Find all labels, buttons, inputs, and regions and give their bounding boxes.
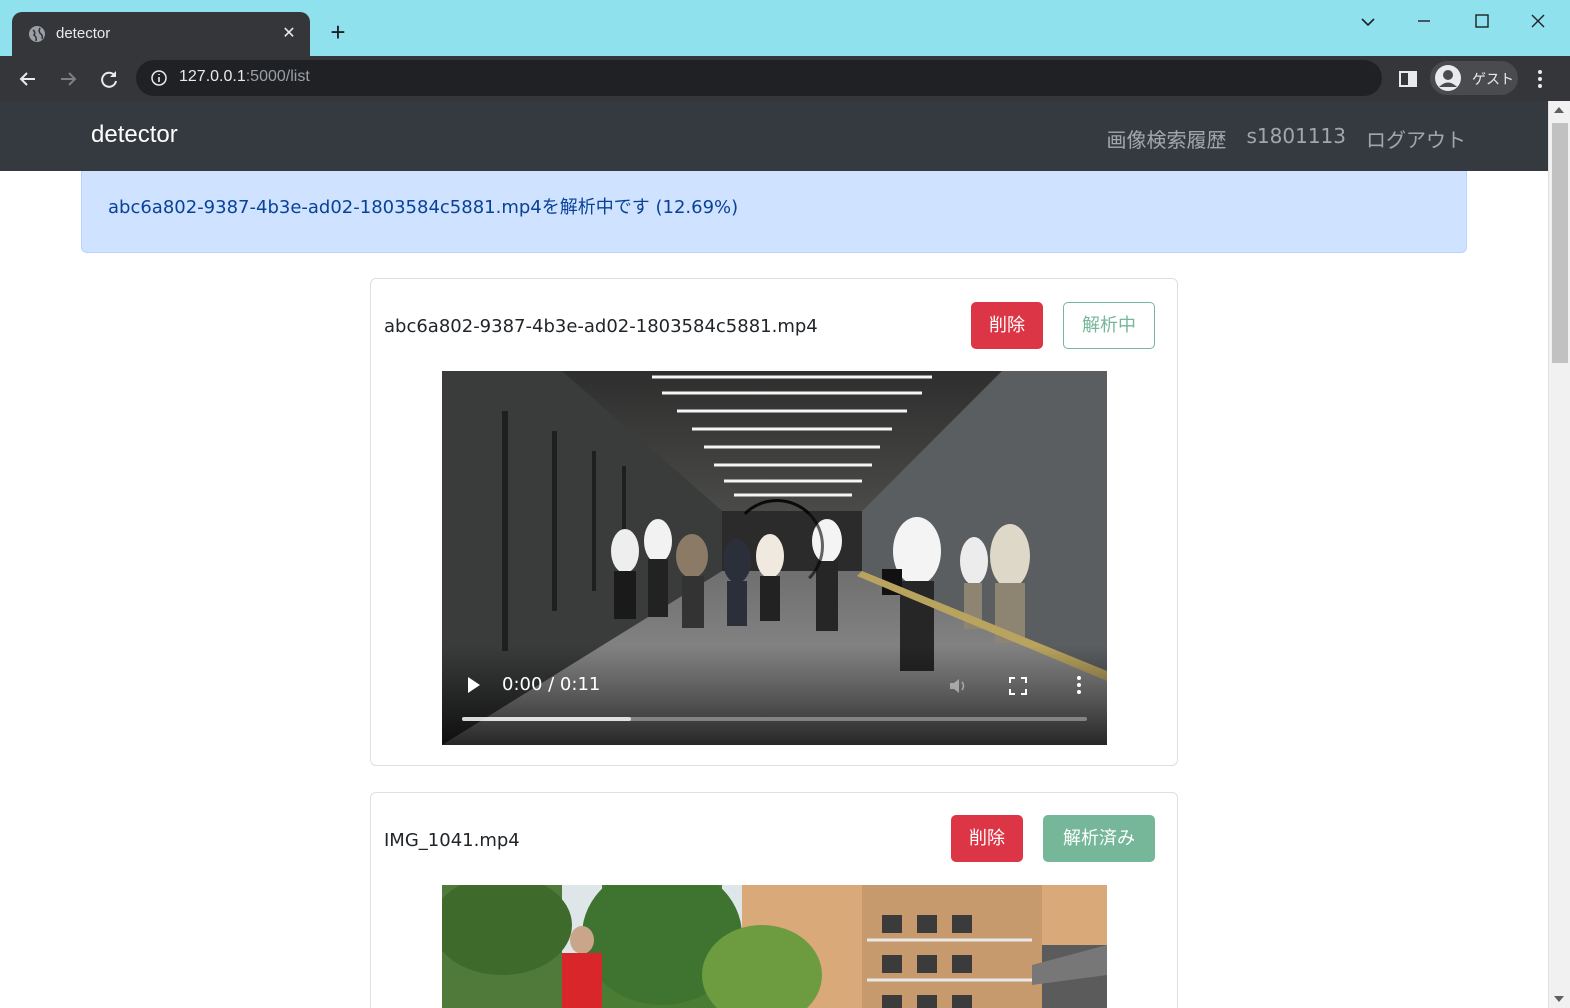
video-filename: abc6a802-9387-4b3e-ad02-1803584c5881.mp4 bbox=[384, 316, 818, 337]
browser-tab[interactable]: detector ✕ bbox=[12, 12, 310, 56]
alert-message: abc6a802-9387-4b3e-ad02-1803584c5881.mp4… bbox=[108, 197, 739, 218]
scroll-up-icon[interactable] bbox=[1554, 107, 1564, 113]
profile-label: ゲスト bbox=[1472, 72, 1514, 88]
fullscreen-icon[interactable] bbox=[1009, 677, 1027, 695]
page-viewport: detector 画像検索履歴 s1801113 ログアウト abc6a802-… bbox=[0, 101, 1548, 1008]
video-filename: IMG_1041.mp4 bbox=[384, 830, 520, 851]
forward-icon[interactable] bbox=[53, 64, 83, 94]
video-controls bbox=[442, 645, 1107, 745]
url-host: 127.0.0.1 bbox=[179, 68, 246, 85]
analysis-alert: abc6a802-9387-4b3e-ad02-1803584c5881.mp4… bbox=[81, 171, 1467, 253]
tab-close-icon[interactable]: ✕ bbox=[278, 22, 300, 44]
scrollbar-thumb[interactable] bbox=[1552, 123, 1568, 363]
side-panel-icon[interactable] bbox=[1396, 67, 1420, 91]
tab-search-icon[interactable] bbox=[1348, 8, 1388, 36]
profile-button[interactable]: ゲスト bbox=[1430, 61, 1518, 95]
browser-menu-icon[interactable] bbox=[1530, 66, 1550, 92]
loading-spinner bbox=[730, 499, 824, 593]
url-text: 127.0.0.1:5000/list bbox=[179, 68, 310, 86]
video-player[interactable]: 0:00 / 0:11 bbox=[442, 371, 1107, 745]
tab-title: detector bbox=[56, 25, 111, 42]
video-card: abc6a802-9387-4b3e-ad02-1803584c5881.mp4… bbox=[370, 278, 1178, 766]
address-bar[interactable]: 127.0.0.1:5000/list bbox=[136, 60, 1382, 96]
scroll-down-icon[interactable] bbox=[1554, 996, 1564, 1002]
video-buffered bbox=[462, 717, 631, 721]
globe-icon bbox=[29, 26, 45, 42]
nav-links: 画像検索履歴 s1801113 ログアウト bbox=[1107, 124, 1467, 153]
browser-toolbar: 127.0.0.1:5000/list ゲスト bbox=[0, 56, 1570, 101]
video-frame-building bbox=[442, 885, 1107, 1008]
info-icon[interactable] bbox=[150, 69, 168, 87]
delete-button[interactable]: 削除 bbox=[951, 815, 1023, 862]
status-button[interactable]: 解析済み bbox=[1043, 815, 1155, 862]
avatar-icon bbox=[1435, 65, 1461, 91]
play-icon[interactable] bbox=[468, 677, 480, 693]
url-path: :5000/list bbox=[245, 68, 310, 85]
close-window-icon[interactable] bbox=[1518, 8, 1558, 36]
volume-muted-icon[interactable] bbox=[947, 675, 969, 697]
status-button[interactable]: 解析中 bbox=[1063, 302, 1155, 349]
nav-logout-link[interactable]: ログアウト bbox=[1366, 124, 1466, 153]
minimize-icon[interactable] bbox=[1404, 8, 1444, 36]
back-icon[interactable] bbox=[13, 64, 43, 94]
nav-history-link[interactable]: 画像検索履歴 bbox=[1107, 124, 1227, 153]
video-time: 0:00 / 0:11 bbox=[502, 674, 601, 695]
video-progress-bar[interactable] bbox=[462, 717, 1087, 721]
video-card: IMG_1041.mp4 削除 解析済み bbox=[370, 792, 1178, 1008]
page-scrollbar[interactable] bbox=[1548, 101, 1570, 1008]
app-brand[interactable]: detector bbox=[91, 121, 178, 149]
browser-titlebar: detector ✕ + bbox=[0, 0, 1570, 56]
video-player[interactable] bbox=[442, 885, 1107, 1008]
nav-user-link[interactable]: s1801113 bbox=[1247, 124, 1347, 153]
delete-button[interactable]: 削除 bbox=[971, 302, 1043, 349]
app-navbar: detector 画像検索履歴 s1801113 ログアウト bbox=[0, 101, 1548, 171]
more-options-icon[interactable] bbox=[1075, 675, 1083, 695]
maximize-icon[interactable] bbox=[1462, 8, 1502, 36]
new-tab-button[interactable]: + bbox=[324, 18, 352, 46]
reload-icon[interactable] bbox=[94, 64, 124, 94]
